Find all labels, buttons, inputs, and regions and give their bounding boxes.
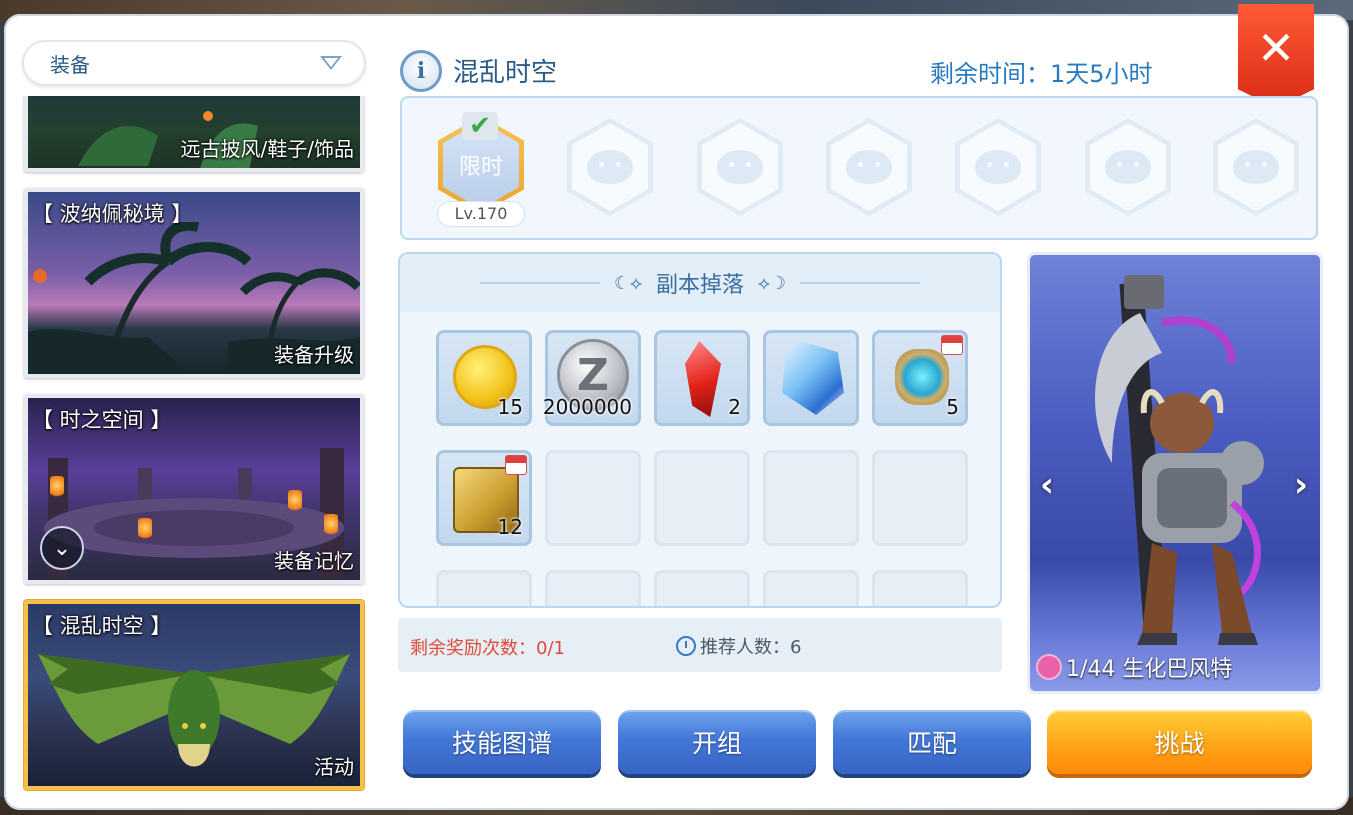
dungeon-card-title: 【 混乱时空 】	[32, 614, 172, 638]
boss-panel: ‹ › 1/44 生化巴风特	[1027, 252, 1323, 694]
moon-ornament-icon: ⟡☽	[758, 272, 787, 294]
item-count: 12	[497, 515, 523, 539]
category-dropdown[interactable]: 装备	[22, 40, 366, 86]
recommended-players-text: 推荐人数：6	[700, 637, 802, 658]
shop-icon	[941, 335, 963, 355]
dungeon-title: 混乱时空	[453, 58, 558, 88]
torch-icon	[138, 518, 152, 542]
drop-item-slot[interactable]	[763, 330, 859, 426]
chevrons-down-icon: ⌄	[52, 535, 72, 561]
dungeon-card-bonape[interactable]: 【 波纳佩秘境 】 装备升级	[24, 188, 364, 378]
drop-item-slot[interactable]: 12	[436, 450, 532, 546]
boss-portrait-icon	[1095, 275, 1264, 645]
chevron-down-icon	[320, 56, 342, 70]
empty-slot	[872, 450, 968, 546]
item-count: 2	[728, 395, 741, 419]
close-button[interactable]: ✕	[1238, 4, 1314, 108]
dungeon-card-title: 【 时之空间 】	[32, 408, 172, 432]
torch-icon	[324, 514, 338, 538]
divider	[800, 282, 921, 284]
drop-item-slot[interactable]: 2	[654, 330, 750, 426]
empty-slot	[654, 450, 750, 546]
drops-panel[interactable]: ☾⟡ 副本掉落 ⟡☽ 15 Z 2000000 2 5 12	[398, 252, 1002, 608]
drops-title: 副本掉落	[655, 273, 744, 298]
skill-chart-button[interactable]: 技能图谱	[403, 710, 601, 774]
poring-placeholder-icon	[975, 150, 1021, 184]
boss-name-text: 1/44 生化巴风特	[1066, 657, 1233, 682]
dragon-icon	[38, 654, 350, 767]
empty-slot	[872, 570, 968, 606]
empty-slot	[436, 570, 532, 606]
boss-icon	[1036, 654, 1062, 680]
dungeon-card-tag: 装备升级	[274, 343, 354, 367]
remaining-time: 剩余时间：1天5小时	[930, 60, 1153, 88]
blue-crystal-icon	[782, 341, 844, 415]
empty-slot	[763, 570, 859, 606]
torch-icon	[50, 476, 64, 500]
empty-slot	[763, 450, 859, 546]
poring-placeholder-icon	[1233, 150, 1279, 184]
divider	[479, 282, 600, 284]
drops-footer: 剩余奖励次数：0/1 推荐人数：6	[398, 618, 1002, 672]
red-crystal-icon	[685, 341, 721, 417]
level-badge: Lv.170	[437, 201, 525, 227]
drop-item-slot[interactable]: 5	[872, 330, 968, 426]
dungeon-card-time-space[interactable]: 【 时之空间 】 装备记忆 ⌄	[24, 394, 364, 584]
poring-placeholder-icon	[717, 150, 763, 184]
check-icon: ✔	[462, 112, 498, 140]
torch-icon	[288, 490, 302, 514]
empty-slot	[545, 570, 641, 606]
moon-ornament-icon: ☾⟡	[613, 272, 642, 294]
scroll-down-button[interactable]: ⌄	[40, 526, 84, 570]
poring-placeholder-icon	[587, 150, 633, 184]
close-icon: ✕	[1256, 21, 1296, 75]
prev-boss-button[interactable]: ‹	[1040, 465, 1054, 505]
dungeon-card-title: 【 波纳佩秘境 】	[32, 202, 193, 226]
next-boss-button[interactable]: ›	[1294, 465, 1308, 505]
dungeon-card-tag: 装备记忆	[274, 549, 354, 573]
item-count: 5	[946, 395, 959, 419]
category-dropdown-label: 装备	[50, 52, 90, 77]
create-team-button[interactable]: 开组	[618, 710, 816, 774]
dungeon-list[interactable]: 远古披风/鞋子/饰品 【 波纳佩秘境 】 装备升级 【 时之空间 】 装备记忆	[22, 96, 368, 796]
challenge-button[interactable]: 挑战	[1047, 710, 1312, 774]
drops-header: ☾⟡ 副本掉落 ⟡☽	[400, 254, 1000, 312]
remaining-reward-count: 剩余奖励次数：0/1	[410, 638, 565, 659]
relic-gem-icon	[895, 349, 949, 405]
dungeon-card-chaos[interactable]: 【 混乱时空 】 活动	[24, 600, 364, 790]
empty-slot	[654, 570, 750, 606]
poring-placeholder-icon	[846, 150, 892, 184]
item-count: 2000000	[542, 395, 632, 419]
dungeon-card-tag: 远古披风/鞋子/饰品	[180, 137, 354, 161]
dungeon-card-ancient[interactable]: 远古披风/鞋子/饰品	[24, 96, 364, 172]
dungeon-card-tag: 活动	[314, 755, 354, 779]
drop-item-slot[interactable]: 15	[436, 330, 532, 426]
drop-item-slot[interactable]: Z 2000000	[542, 330, 641, 426]
info-icon[interactable]: i	[400, 50, 442, 92]
shop-icon	[505, 455, 527, 475]
clock-icon	[676, 636, 696, 656]
recommended-players: 推荐人数：6	[676, 633, 801, 659]
poring-placeholder-icon	[1105, 150, 1151, 184]
empty-slot	[545, 450, 641, 546]
boss-name: 1/44 生化巴风特	[1036, 651, 1232, 683]
item-count: 15	[497, 395, 523, 419]
match-button[interactable]: 匹配	[833, 710, 1031, 774]
